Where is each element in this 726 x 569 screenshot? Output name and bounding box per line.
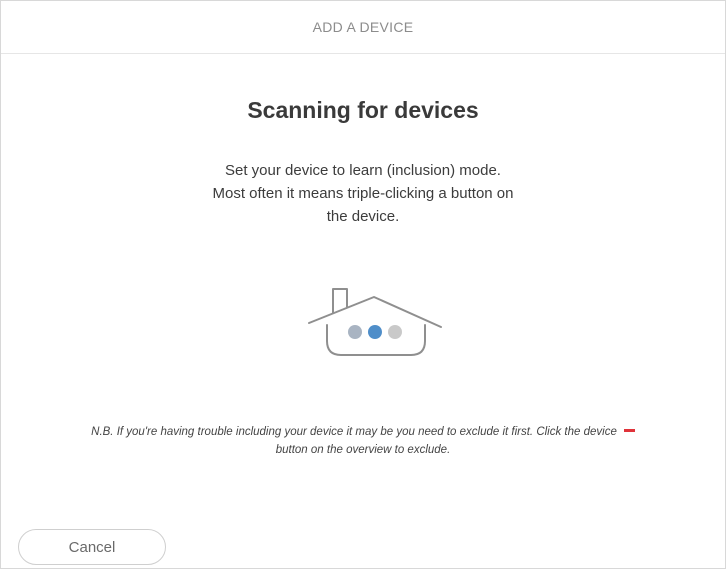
house-roof <box>308 296 442 328</box>
instructions-line: the device. <box>326 208 400 225</box>
scanning-dot <box>388 325 402 339</box>
cancel-button[interactable]: Cancel <box>18 529 166 565</box>
minus-icon <box>623 429 635 433</box>
note-text: N.B. If you're having trouble including … <box>91 426 617 438</box>
page-title: Scanning for devices <box>247 97 479 123</box>
note-text: button on the overview to exclude. <box>275 444 451 456</box>
scanning-dot <box>368 325 382 339</box>
instructions-text: Set your device to learn (inclusion) mod… <box>183 159 543 228</box>
dialog-header: ADD A DEVICE <box>1 1 725 54</box>
add-device-dialog: ADD A DEVICE Scanning for devices Set yo… <box>0 0 726 569</box>
scanning-dot <box>348 325 362 339</box>
troubleshooting-note: N.B. If you're having trouble including … <box>1 423 725 459</box>
instructions-line: Set your device to learn (inclusion) mod… <box>225 162 501 179</box>
dialog-title: ADD A DEVICE <box>312 19 414 35</box>
house-scanning-icon <box>307 287 445 373</box>
instructions-line: Most often it means triple-clicking a bu… <box>212 185 514 202</box>
